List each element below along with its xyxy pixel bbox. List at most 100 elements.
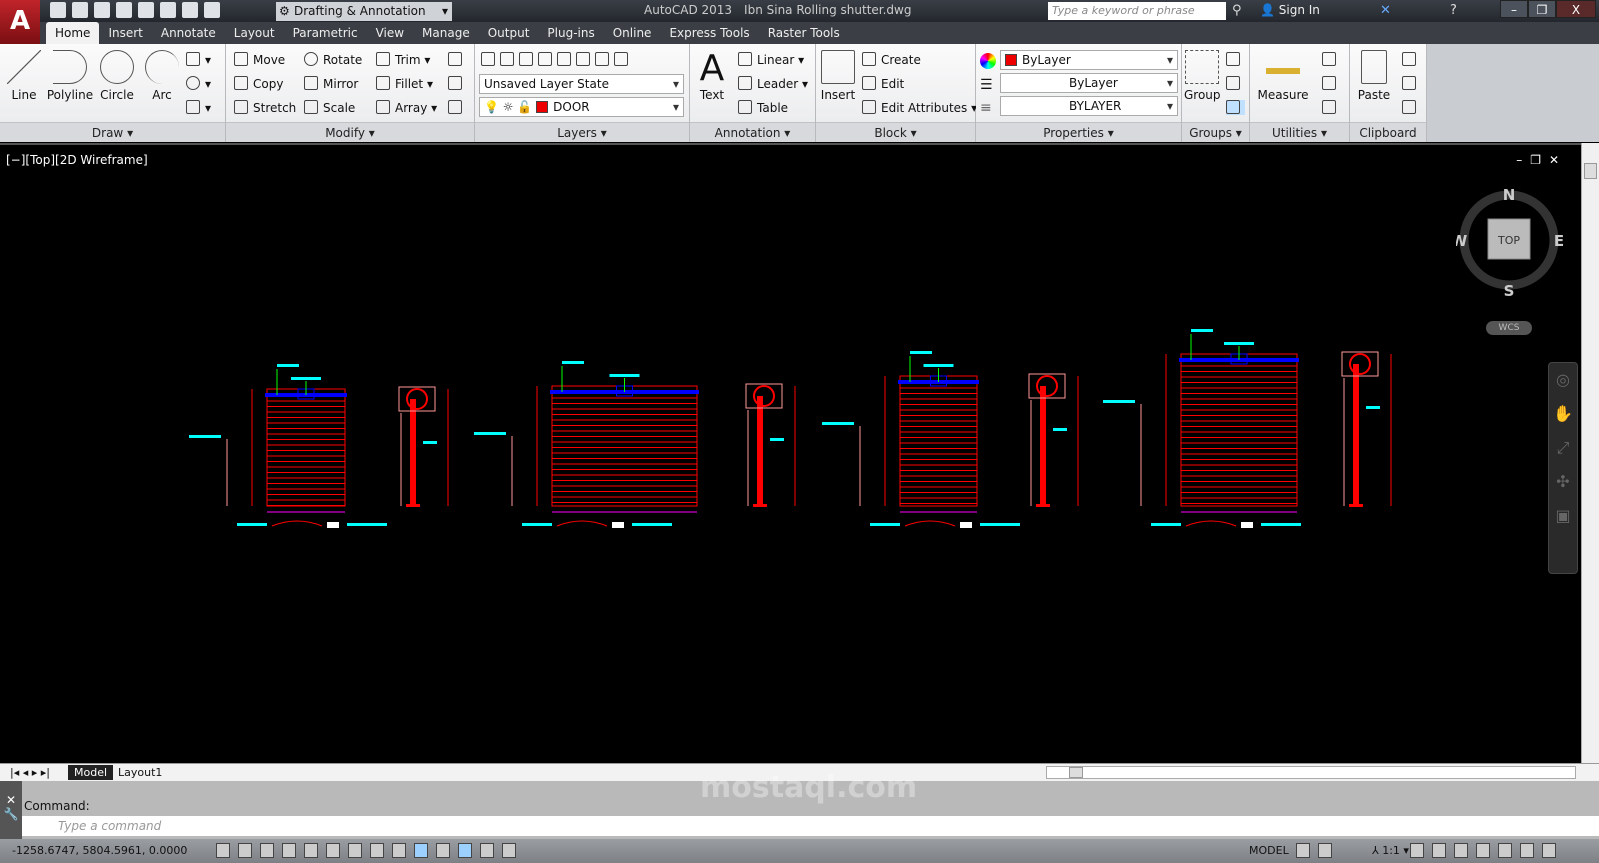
lineweight-icon[interactable]	[436, 843, 450, 858]
close-icon[interactable]: ✕	[0, 793, 22, 807]
model-layout-icon[interactable]	[1296, 843, 1310, 858]
text-button[interactable]: A Text	[696, 50, 728, 103]
sign-in-button[interactable]: Sign In	[1260, 3, 1320, 17]
3d-osnap-icon[interactable]	[348, 843, 362, 858]
minimize-button[interactable]: –	[1500, 0, 1528, 18]
viewport-controls-label[interactable]: [−][Top][2D Wireframe]	[6, 153, 148, 167]
draw-panel-title[interactable]: Draw ▾	[0, 122, 225, 142]
model-space-button[interactable]: MODEL	[1249, 844, 1289, 857]
properties-panel-title[interactable]: Properties ▾	[976, 122, 1181, 142]
exchange-icon[interactable]: ✕	[1380, 3, 1391, 18]
undo-icon[interactable]	[182, 2, 198, 18]
new-icon[interactable]	[50, 2, 66, 18]
layers-panel-title[interactable]: Layers ▾	[475, 122, 689, 142]
tab-manage[interactable]: Manage	[413, 22, 479, 44]
calculator-button[interactable]	[1322, 100, 1341, 115]
tab-layout[interactable]: Layout	[225, 22, 284, 44]
tab-raster-tools[interactable]: Raster Tools	[759, 22, 849, 44]
layer-dropdown[interactable]: 💡 ☼ 🔓 DOOR	[479, 97, 684, 117]
transparency-icon[interactable]	[458, 843, 472, 858]
isolate-icon[interactable]	[1520, 843, 1534, 858]
viewcube[interactable]: TOP N S E W	[1456, 187, 1566, 307]
rectangle-dropdown[interactable]: ▾	[186, 52, 211, 67]
customize-icon[interactable]: 🔧	[0, 807, 22, 821]
measure-button[interactable]: Measure	[1256, 50, 1310, 102]
showmotion-icon[interactable]: ▣	[1549, 499, 1577, 533]
select-all-button[interactable]	[1322, 76, 1341, 91]
quick-view-icon[interactable]	[1318, 843, 1332, 858]
scale-button[interactable]: Scale	[304, 100, 355, 115]
mirror-button[interactable]: Mirror	[304, 76, 358, 91]
boundary-dropdown[interactable]: ▾	[186, 100, 211, 115]
polyline-button[interactable]: Polyline	[44, 50, 96, 102]
drawing-viewport[interactable]: [−][Top][2D Wireframe] –❐✕	[0, 143, 1581, 763]
tab-view[interactable]: View	[367, 22, 413, 44]
tab-layout1[interactable]: Layout1	[112, 765, 168, 780]
group-edit-button[interactable]	[1226, 76, 1245, 91]
tab-home[interactable]: Home	[46, 22, 100, 44]
ungroup-button[interactable]	[1226, 52, 1245, 67]
offset-button[interactable]	[448, 100, 467, 115]
scroll-thumb[interactable]	[1584, 163, 1597, 179]
workspace-dropdown[interactable]: Drafting & Annotation	[276, 2, 452, 21]
viewport-window-controls[interactable]: –❐✕	[1516, 153, 1567, 167]
fillet-button[interactable]: Fillet ▾	[376, 76, 433, 91]
binoculars-icon[interactable]: ⚲	[1232, 3, 1242, 18]
layer-tools[interactable]	[481, 52, 633, 67]
zoom-extents-icon[interactable]: ⤢	[1549, 431, 1577, 465]
compass-west[interactable]: W	[1456, 232, 1468, 250]
compass-south[interactable]: S	[1504, 282, 1515, 300]
move-button[interactable]: Move	[234, 52, 285, 67]
steering-wheel-icon[interactable]: ◎	[1549, 363, 1577, 397]
tab-model[interactable]: Model	[68, 765, 114, 780]
copy-button[interactable]: Copy	[234, 76, 283, 91]
pan-icon[interactable]: ✋	[1549, 397, 1577, 431]
clipboard-panel-title[interactable]: Clipboard	[1350, 122, 1426, 142]
linetype-dropdown[interactable]: BYLAYER	[1000, 96, 1178, 116]
hatch-dropdown[interactable]: ▾	[186, 76, 211, 91]
tab-output[interactable]: Output	[479, 22, 539, 44]
linear-button[interactable]: Linear ▾	[738, 52, 804, 67]
selection-cycling-icon[interactable]	[502, 843, 516, 858]
utilities-panel-title[interactable]: Utilities ▾	[1250, 122, 1349, 142]
orbit-icon[interactable]: ✣	[1549, 465, 1577, 499]
save-as-icon[interactable]	[116, 2, 132, 18]
explode-button[interactable]	[448, 76, 467, 91]
restore-button[interactable]: ❐	[1528, 0, 1556, 18]
trim-button[interactable]: Trim ▾	[376, 52, 430, 67]
save-icon[interactable]	[94, 2, 110, 18]
group-selection-button[interactable]	[1226, 100, 1245, 115]
rotate-button[interactable]: Rotate	[304, 52, 362, 67]
annotation-panel-title[interactable]: Annotation ▾	[690, 122, 815, 142]
redo-icon[interactable]	[204, 2, 220, 18]
copy-clip-button[interactable]	[1402, 76, 1421, 91]
arc-button[interactable]: Arc	[144, 50, 180, 102]
horizontal-scrollbar[interactable]	[1046, 766, 1576, 779]
wcs-menu[interactable]: WCS	[1486, 321, 1532, 335]
scroll-thumb[interactable]	[1069, 767, 1083, 778]
infer-constraints-icon[interactable]	[216, 843, 230, 858]
grid-icon[interactable]	[260, 843, 274, 858]
table-button[interactable]: Table	[738, 100, 788, 115]
tab-insert[interactable]: Insert	[99, 22, 151, 44]
match-properties-button[interactable]	[1402, 100, 1421, 115]
print-icon[interactable]	[160, 2, 176, 18]
quick-select-button[interactable]	[1322, 52, 1341, 67]
lock-icon[interactable]	[1476, 843, 1490, 858]
snap-mode-icon[interactable]	[238, 843, 252, 858]
leader-button[interactable]: Leader ▾	[738, 76, 808, 91]
auto-scale-icon[interactable]	[1432, 843, 1446, 858]
hardware-accel-icon[interactable]	[1498, 843, 1512, 858]
open-icon[interactable]	[72, 2, 88, 18]
vertical-scrollbar[interactable]	[1581, 143, 1599, 763]
edit-block-button[interactable]: Edit	[862, 76, 904, 91]
otrack-icon[interactable]	[370, 843, 384, 858]
compass-north[interactable]: N	[1503, 187, 1516, 204]
lineweight-dropdown[interactable]: ByLayer	[1000, 73, 1178, 93]
ortho-icon[interactable]	[282, 843, 296, 858]
clean-screen-icon[interactable]	[1542, 843, 1556, 858]
polar-icon[interactable]	[304, 843, 318, 858]
annotation-visibility-icon[interactable]	[1410, 843, 1424, 858]
help-icon[interactable]: ?	[1450, 3, 1457, 18]
annotation-scale[interactable]: ⅄ 1:1 ▾	[1372, 844, 1409, 857]
